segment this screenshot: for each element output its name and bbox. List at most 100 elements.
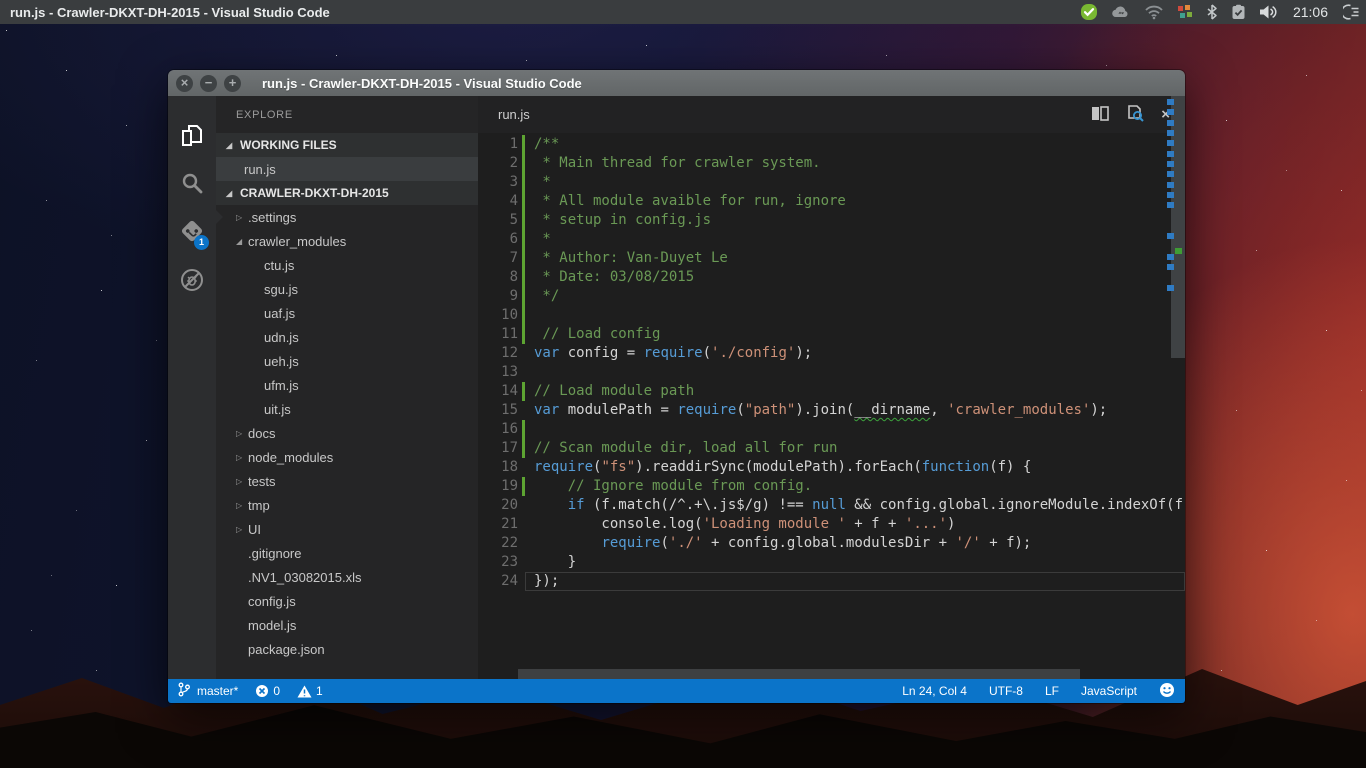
code-line-18[interactable]: 18require("fs").readdirSync(modulePath).… [478, 458, 1185, 477]
activity-bar: 1 [168, 96, 216, 679]
horizontal-scrollbar[interactable] [518, 669, 1080, 679]
line-number: 8 [478, 268, 518, 287]
tree-item-label: config.js [248, 594, 296, 609]
errors-indicator[interactable]: 0 [255, 684, 280, 698]
code-line-9[interactable]: 9 */ [478, 287, 1185, 306]
line-text: /** [534, 135, 559, 154]
tree-item-label: model.js [248, 618, 296, 633]
eol-sequence[interactable]: LF [1045, 684, 1059, 698]
code-line-24[interactable]: 24}); [478, 572, 1185, 591]
tree-item-ueh.js[interactable]: ueh.js [216, 349, 478, 373]
tree-item-udn.js[interactable]: udn.js [216, 325, 478, 349]
tree-item-label: docs [248, 426, 275, 441]
tree-item-crawler_modules[interactable]: ◢crawler_modules [216, 229, 478, 253]
code-line-8[interactable]: 8 * Date: 03/08/2015 [478, 268, 1185, 287]
window-close-button[interactable]: × [176, 75, 193, 92]
overview-ruler[interactable] [1165, 96, 1185, 679]
code-line-2[interactable]: 2 * Main thread for crawler system. [478, 154, 1185, 173]
warnings-indicator[interactable]: 1 [297, 684, 323, 698]
tree-item-.NV1_03082015.xls[interactable]: .NV1_03082015.xls [216, 565, 478, 589]
branch-name[interactable]: master* [197, 684, 238, 698]
line-number: 9 [478, 287, 518, 306]
code-line-1[interactable]: 1/** [478, 135, 1185, 154]
tab-run-js[interactable]: run.js [498, 107, 530, 122]
bluetooth-icon[interactable] [1206, 4, 1218, 20]
chevron-collapsed-icon: ▷ [236, 525, 248, 534]
chevron-expanded-icon: ◢ [236, 237, 248, 246]
tree-item-ufm.js[interactable]: ufm.js [216, 373, 478, 397]
window-titlebar[interactable]: × − + run.js - Crawler-DKXT-DH-2015 - Vi… [168, 70, 1185, 96]
tree-item-label: ufm.js [264, 378, 299, 393]
project-tree: ▷.settings◢crawler_modulesctu.js sgu.js ua… [216, 205, 478, 661]
ruler-mark-blue [1167, 202, 1174, 208]
tree-item-.settings[interactable]: ▷.settings [216, 205, 478, 229]
preview-search-icon[interactable] [1126, 105, 1144, 125]
window-minimize-button[interactable]: − [200, 75, 217, 92]
code-line-11[interactable]: 11 // Load config [478, 325, 1185, 344]
code-line-6[interactable]: 6 * [478, 230, 1185, 249]
project-root-header[interactable]: ◢ CRAWLER-DKXT-DH-2015 [216, 181, 478, 205]
tree-item-tmp[interactable]: ▷tmp [216, 493, 478, 517]
tree-item-config.js[interactable]: config.js [216, 589, 478, 613]
line-text: * setup in config.js [534, 211, 711, 230]
git-badge: 1 [194, 235, 209, 250]
code-line-17[interactable]: 17// Scan module dir, load all for run [478, 439, 1185, 458]
tree-item-UI[interactable]: ▷UI [216, 517, 478, 541]
code-line-5[interactable]: 5 * setup in config.js [478, 211, 1185, 230]
statusbar-right: Ln 24, Col 4 UTF-8 LF JavaScript [880, 682, 1175, 701]
git-change-bar [522, 287, 525, 306]
split-editor-icon[interactable] [1091, 106, 1109, 124]
cloud-sync-icon[interactable] [1111, 4, 1131, 20]
code-line-19[interactable]: 19 // Ignore module from config. [478, 477, 1185, 496]
session-power-icon[interactable] [1343, 4, 1360, 20]
code-line-10[interactable]: 10 [478, 306, 1185, 325]
volume-icon[interactable] [1259, 4, 1278, 20]
code-area[interactable]: 1/**2 * Main thread for crawler system.3… [478, 133, 1185, 679]
wifi-icon[interactable] [1144, 4, 1164, 20]
debug-icon[interactable] [168, 256, 216, 304]
tree-item-node_modules[interactable]: ▷node_modules [216, 445, 478, 469]
tree-item-uit.js[interactable]: uit.js [216, 397, 478, 421]
explorer-icon[interactable] [168, 112, 216, 160]
status-bar: master* 0 1 Ln 24, Col 4 UTF-8 LF JavaSc… [168, 679, 1185, 703]
code-line-15[interactable]: 15var modulePath = require("path").join(… [478, 401, 1185, 420]
clipboard-check-icon[interactable] [1231, 4, 1246, 20]
code-line-3[interactable]: 3 * [478, 173, 1185, 192]
tree-item-model.js[interactable]: model.js [216, 613, 478, 637]
tree-item-package.json[interactable]: package.json [216, 637, 478, 661]
encoding[interactable]: UTF-8 [989, 684, 1023, 698]
tree-item-sgu.js[interactable]: sgu.js [216, 277, 478, 301]
code-line-12[interactable]: 12var config = require('./config'); [478, 344, 1185, 363]
tree-item-.gitignore[interactable]: .gitignore [216, 541, 478, 565]
code-line-7[interactable]: 7 * Author: Van-Duyet Le [478, 249, 1185, 268]
git-change-bar [522, 325, 525, 344]
code-line-23[interactable]: 23 } [478, 553, 1185, 572]
cursor-position[interactable]: Ln 24, Col 4 [902, 684, 967, 698]
workspaces-grid-icon[interactable] [1177, 4, 1193, 20]
tree-item-ctu.js[interactable]: ctu.js [216, 253, 478, 277]
search-icon[interactable] [168, 160, 216, 208]
code-line-13[interactable]: 13 [478, 363, 1185, 382]
tree-item-tests[interactable]: ▷tests [216, 469, 478, 493]
stars [6, 30, 7, 31]
clock[interactable]: 21:06 [1293, 4, 1328, 20]
gutter-spacer [522, 363, 525, 382]
skype-status-icon[interactable] [1080, 3, 1098, 21]
window-maximize-button[interactable]: + [224, 75, 241, 92]
tree-item-label: sgu.js [264, 282, 298, 297]
code-line-20[interactable]: 20 if (f.match(/^.+\.js$/g) !== null && … [478, 496, 1185, 515]
working-file-item-run.js[interactable]: run.js [216, 157, 478, 181]
code-line-14[interactable]: 14// Load module path [478, 382, 1185, 401]
line-text: // Ignore module from config. [534, 477, 812, 496]
tree-item-docs[interactable]: ▷docs [216, 421, 478, 445]
code-line-21[interactable]: 21 console.log('Loading module ' + f + '… [478, 515, 1185, 534]
language-mode[interactable]: JavaScript [1081, 684, 1137, 698]
code-line-22[interactable]: 22 require('./' + config.global.modulesD… [478, 534, 1185, 553]
working-files-header[interactable]: ◢ WORKING FILES [216, 133, 478, 157]
tree-item-uaf.js[interactable]: uaf.js [216, 301, 478, 325]
system-tray: 21:06 [1080, 3, 1360, 21]
code-line-4[interactable]: 4 * All module avaible for run, ignore [478, 192, 1185, 211]
git-icon[interactable]: 1 [168, 208, 216, 256]
feedback-smiley-icon[interactable] [1159, 682, 1175, 701]
code-line-16[interactable]: 16 [478, 420, 1185, 439]
